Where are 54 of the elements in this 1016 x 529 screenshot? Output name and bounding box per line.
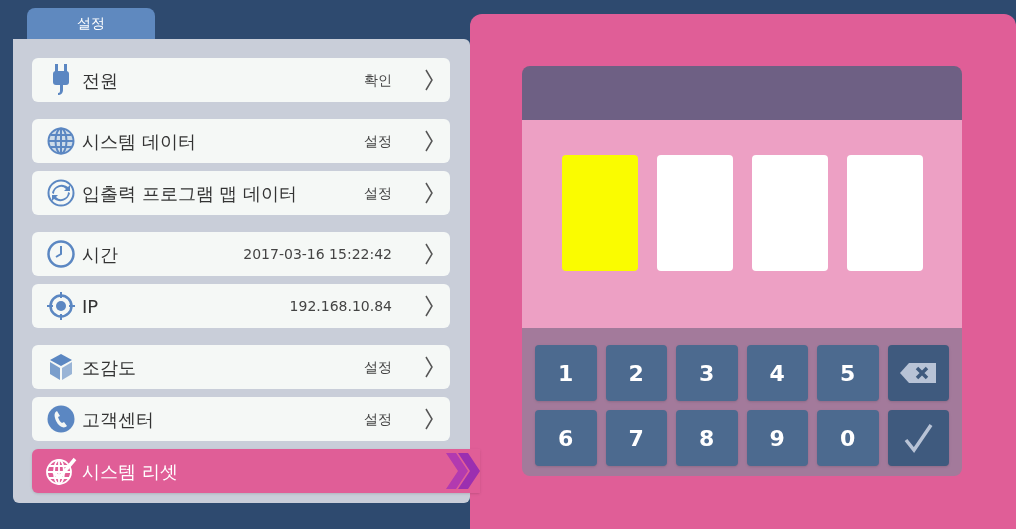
digit-key[interactable]: 4: [746, 345, 808, 401]
menu-item-value: 설정: [364, 131, 392, 151]
backspace-key[interactable]: [887, 345, 949, 401]
chevron-icon: [424, 182, 434, 204]
sync-icon: [47, 179, 75, 207]
digit-key[interactable]: 5: [817, 345, 879, 401]
menu-item-label: 시스템 데이터: [82, 129, 196, 154]
menu-item-value: 설정: [364, 183, 392, 203]
digit-key[interactable]: 8: [676, 410, 738, 466]
chevron-icon: [424, 130, 434, 152]
digit-key[interactable]: 9: [746, 410, 808, 466]
chevron-icon: [424, 69, 434, 91]
target-icon: [47, 292, 75, 320]
menu-item[interactable]: 조감도 설정: [32, 345, 450, 389]
confirm-key[interactable]: [887, 410, 949, 466]
menu-item-value: 2017-03-16 15:22:42: [243, 244, 392, 264]
chevron-icon: [424, 295, 434, 317]
digit-key[interactable]: 0: [817, 410, 879, 466]
digit-key[interactable]: 7: [605, 410, 667, 466]
menu-item-label: 시스템 리셋: [82, 459, 178, 484]
menu-item-label: 조감도: [82, 355, 136, 380]
menu-item-label: 입출력 프로그램 맵 데이터: [82, 181, 298, 206]
double-chevron-icon: [446, 451, 480, 491]
menu-item[interactable]: 입출력 프로그램 맵 데이터 설정: [32, 171, 450, 215]
cube-icon: [49, 353, 73, 381]
menu-item[interactable]: 시스템 리셋: [32, 449, 480, 493]
menu-item-value: 확인: [364, 70, 392, 90]
menu-item[interactable]: 시스템 데이터 설정: [32, 119, 450, 163]
digit-key[interactable]: 1: [535, 345, 597, 401]
menu-item-value: 192.168.10.84: [289, 296, 392, 316]
menu-item[interactable]: 고객센터 설정: [32, 397, 450, 441]
chevron-icon: [424, 356, 434, 378]
menu-item-value: 설정: [364, 357, 392, 377]
menu-item-label: IP: [82, 294, 99, 319]
plug-icon: [51, 64, 71, 96]
digit-key[interactable]: 6: [535, 410, 597, 466]
menu-item-label: 고객센터: [82, 407, 154, 432]
digit-key[interactable]: 2: [605, 345, 667, 401]
menu-item[interactable]: IP 192.168.10.84: [32, 284, 450, 328]
phone-icon: [47, 405, 75, 433]
clock-icon: [47, 240, 75, 268]
globe-icon: [47, 127, 75, 155]
menu-item-label: 시간: [82, 242, 118, 267]
menu-item[interactable]: 전원 확인: [32, 58, 450, 102]
checkmark-icon: [903, 423, 934, 453]
globe-check-icon: [45, 456, 77, 486]
backspace-icon: [899, 362, 938, 384]
menu-item-label: 전원: [82, 68, 118, 93]
menu-item-value: 설정: [364, 409, 392, 429]
menu-item[interactable]: 시간 2017-03-16 15:22:42: [32, 232, 450, 276]
chevron-icon: [424, 243, 434, 265]
chevron-icon: [424, 408, 434, 430]
settings-tab[interactable]: 설정: [27, 8, 155, 39]
digit-key[interactable]: 3: [676, 345, 738, 401]
